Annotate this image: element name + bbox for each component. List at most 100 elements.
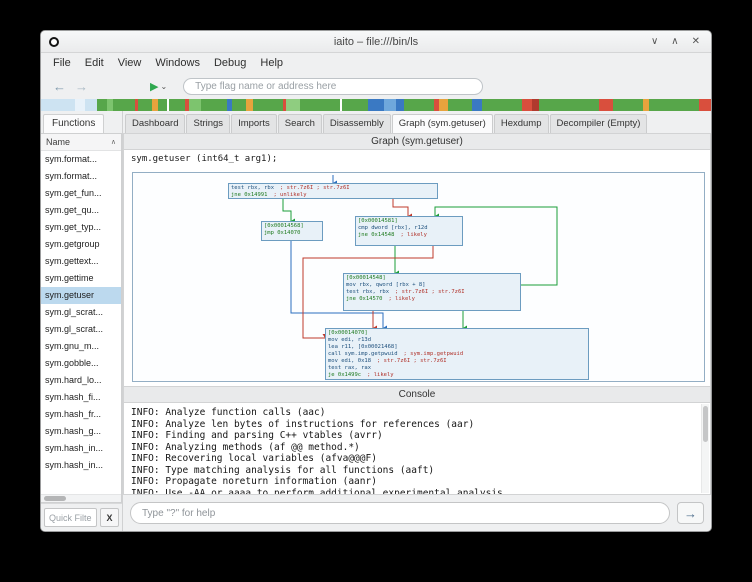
sidebar: Functions Name ∧ sym.format...sym.format… [41,111,123,531]
memory-segment [246,99,253,111]
memory-segment [286,99,300,111]
tab-functions[interactable]: Functions [43,114,104,133]
forward-icon[interactable]: → [75,79,88,94]
memory-segment [253,99,283,111]
memory-segment [75,99,85,111]
tab-hexdump[interactable]: Hexdump [494,114,549,133]
function-item[interactable]: sym.hash_in... [41,440,121,457]
function-item[interactable]: sym.hash_fr... [41,406,121,423]
graph-panel-header[interactable]: Graph (sym.getuser) [123,133,711,150]
flag-search-input[interactable] [183,78,483,95]
function-item[interactable]: sym.format... [41,168,121,185]
console-vscrollbar[interactable] [701,404,709,493]
memory-segment [396,99,404,111]
memory-segment [169,99,185,111]
menu-item-debug[interactable]: Debug [207,55,253,71]
basic-block[interactable]: [0x00014568]jmp 0x14070 [261,221,323,241]
menubar: FileEditViewWindowsDebugHelp [41,53,711,73]
tab-graph-sym-getuser[interactable]: Graph (sym.getuser) [392,114,493,133]
tab-decompiler-empty[interactable]: Decompiler (Empty) [550,114,648,133]
menu-item-help[interactable]: Help [253,55,290,71]
tab-imports[interactable]: Imports [231,114,277,133]
memory-map-strip[interactable] [41,99,711,111]
tab-disassembly[interactable]: Disassembly [323,114,391,133]
clear-filter-button[interactable]: X [100,508,119,527]
tab-search[interactable]: Search [278,114,322,133]
function-item[interactable]: sym.hash_in... [41,457,121,474]
memory-segment [439,99,448,111]
memory-segment [97,99,107,111]
memory-segment [85,99,97,111]
asm-line: test rbx, rbx; str.7z6I ; str.7z6I [231,185,435,192]
asm-line: je 0x1499c; likely [328,372,586,379]
function-item[interactable]: sym.get_fun... [41,185,121,202]
functions-hscrollbar[interactable] [41,494,121,502]
function-item[interactable]: sym.gettime [41,270,121,287]
function-item[interactable]: sym.get_qu... [41,202,121,219]
function-item[interactable]: sym.gl_scrat... [41,304,121,321]
function-item[interactable]: sym.hard_lo... [41,372,121,389]
minimize-icon[interactable]: ∨ [651,36,658,47]
function-item[interactable]: sym.get_typ... [41,219,121,236]
titlebar[interactable]: iaito – file:///bin/ls ∨ ∧ ✕ [41,31,711,53]
asm-line: [0x00014070] [328,330,586,337]
asm-line: jne 0x14991; unlikely [231,192,435,199]
vscroll-handle[interactable] [703,406,708,442]
basic-block[interactable]: [0x00014070]mov edi, r13dlea r11, [0x000… [325,328,589,380]
functions-column-header[interactable]: Name ∧ [41,134,121,151]
memory-segment [158,99,167,111]
quick-filter-input[interactable] [44,508,97,527]
graph-panel-title: Graph (sym.getuser) [371,136,463,147]
back-icon[interactable]: ← [53,79,66,94]
memory-segment [613,99,643,111]
memory-segment [599,99,613,111]
arrow-right-icon: → [684,506,697,521]
menu-item-windows[interactable]: Windows [148,55,207,71]
memory-segment [472,99,482,111]
asm-line: jne 0x14548; likely [358,232,460,239]
close-icon[interactable]: ✕ [692,36,700,47]
function-item[interactable]: sym.gnu_m... [41,338,121,355]
console-panel-header[interactable]: Console [123,386,711,403]
window-title: iaito – file:///bin/ls [41,36,711,48]
asm-line: call sym.imp.getpwuid; sym.imp.getpwuid [328,351,586,358]
continue-button[interactable]: ▶ ⌄ [150,80,167,93]
function-item[interactable]: sym.format... [41,151,121,168]
menu-item-view[interactable]: View [111,55,149,71]
memory-segment [532,99,539,111]
hscroll-handle[interactable] [44,496,66,501]
play-icon: ▶ [150,80,158,93]
tab-dashboard[interactable]: Dashboard [125,114,185,133]
basic-block[interactable]: [0x00014581]cmp dword [rbx], r12djne 0x1… [355,216,463,246]
function-item[interactable]: sym.gettext... [41,253,121,270]
console-input[interactable] [130,502,670,524]
function-item[interactable]: sym.hash_g... [41,423,121,440]
console-line: INFO: Analyze len bytes of instructions … [131,419,703,431]
console-send-button[interactable]: → [677,502,704,524]
console-output[interactable]: INFO: Analyze function calls (aac)INFO: … [123,403,711,495]
function-item[interactable]: sym.hash_fi... [41,389,121,406]
function-item[interactable]: sym.gobble... [41,355,121,372]
menu-item-file[interactable]: File [46,55,78,71]
memory-segment [300,99,340,111]
memory-segment [649,99,699,111]
memory-segment [342,99,368,111]
function-item[interactable]: sym.getuser [41,287,121,304]
basic-block[interactable]: [0x00014548]mov rbx, qword [rbx + 8]test… [343,273,521,311]
maximize-icon[interactable]: ∧ [671,36,678,47]
memory-segment [482,99,522,111]
memory-segment [404,99,434,111]
tab-strings[interactable]: Strings [186,114,230,133]
menu-item-edit[interactable]: Edit [78,55,111,71]
memory-segment [113,99,135,111]
sort-ascending-icon: ∧ [111,138,116,146]
console-line: INFO: Propagate noreturn information (aa… [131,476,703,488]
function-item[interactable]: sym.gl_scrat... [41,321,121,338]
basic-block[interactable]: test rbx, rbx; str.7z6I ; str.7z6Ijne 0x… [228,183,438,199]
graph-viewport[interactable]: test rbx, rbx; str.7z6I ; str.7z6Ijne 0x… [132,172,705,382]
asm-line: test rax, rax [328,365,586,372]
function-item[interactable]: sym.getgroup [41,236,121,253]
memory-segment [138,99,152,111]
asm-line: mov edi, 0x18; str.7z6I ; str.7z6I [328,358,586,365]
asm-line: [0x00014548] [346,275,518,282]
